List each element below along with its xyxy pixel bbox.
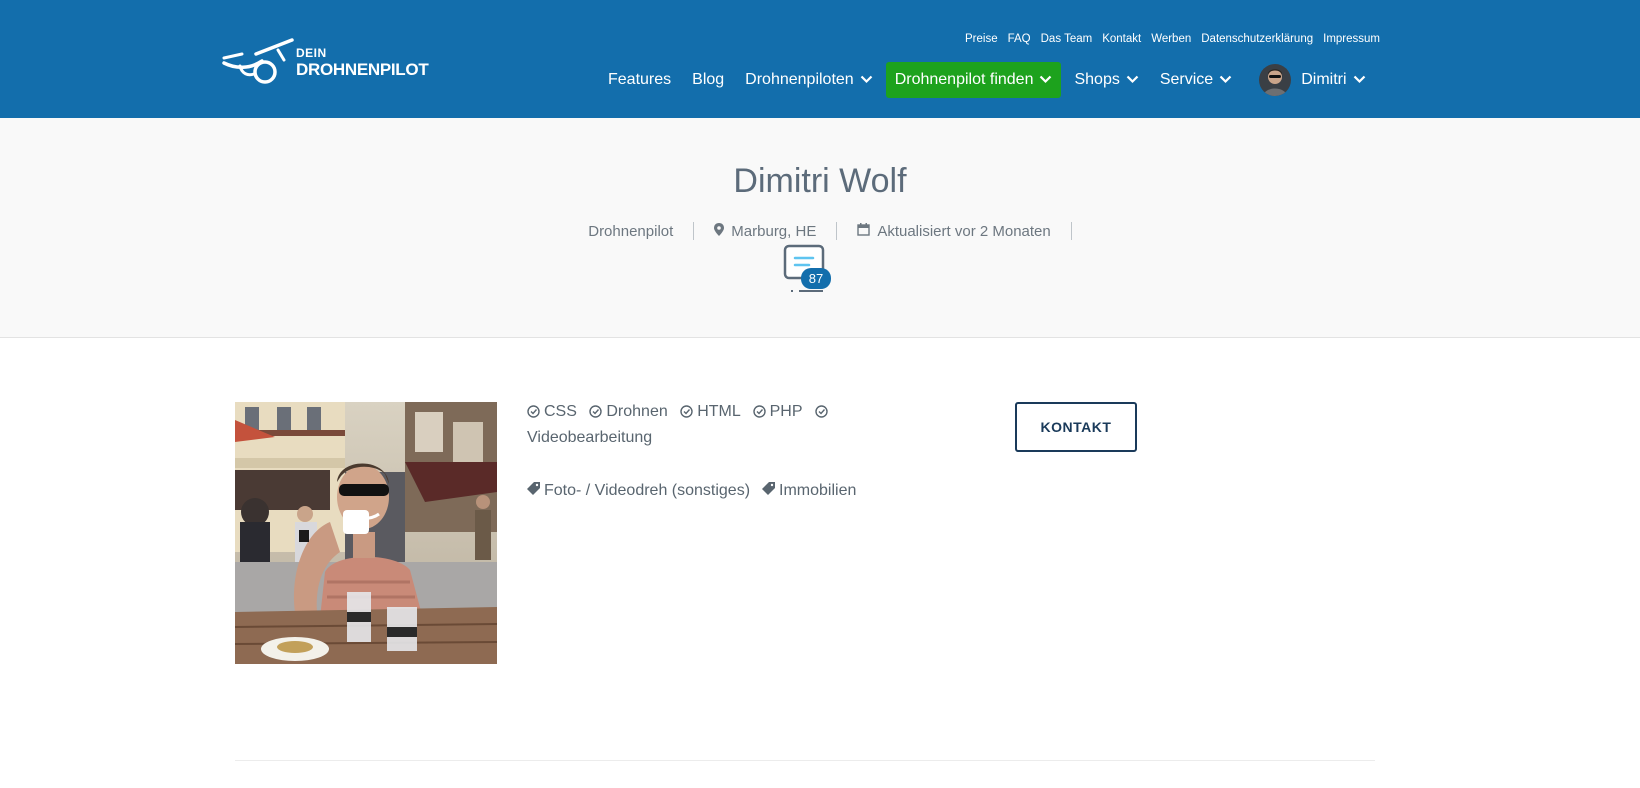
chevron-down-icon [1353, 71, 1366, 89]
nav-service[interactable]: Service [1152, 62, 1240, 98]
chevron-down-icon [860, 71, 873, 89]
divider [235, 760, 1375, 761]
category-item[interactable]: Foto- / Videodreh (sonstiges) [527, 482, 750, 500]
top-link-kontakt[interactable]: Kontakt [1102, 33, 1141, 45]
check-circle-icon [680, 402, 693, 426]
top-link-faq[interactable]: FAQ [1008, 33, 1031, 45]
skill-label: PHP [769, 403, 803, 420]
profile-name: Dimitri Wolf [733, 162, 907, 200]
check-circle-icon [527, 402, 540, 426]
profile-updated: Aktualisiert vor 2 Monaten [837, 222, 1072, 240]
logo-text-big: DROHNENPILOT [296, 59, 429, 79]
location-pin-icon [714, 222, 725, 240]
check-circle-icon [752, 402, 766, 426]
nav-features-label: Features [608, 71, 672, 88]
nav-blog[interactable]: Blog [684, 62, 732, 98]
skill-label: HTML [697, 403, 741, 420]
nav-blog-label: Blog [692, 71, 725, 88]
skills-list: CSS Drohnen HTML PHP Videobearbeitung [527, 400, 857, 450]
profile-updated-text: Aktualisiert vor 2 Monaten [877, 222, 1051, 240]
tag-icon [762, 482, 776, 500]
nav-drohnenpiloten[interactable]: Drohnenpiloten [737, 62, 881, 98]
top-link-werben[interactable]: Werben [1151, 33, 1191, 45]
main-nav: Features Blog Drohnenpiloten Drohnenpilo… [600, 62, 1366, 98]
nav-drohnenpiloten-label: Drohnenpiloten [745, 71, 854, 88]
skill-item: CSS [527, 403, 581, 420]
profile-role: Drohnenpilot [568, 222, 695, 240]
category-label: Immobilien [779, 482, 857, 499]
category-item[interactable]: Immobilien [762, 482, 856, 500]
skill-item: HTML [680, 403, 744, 420]
skill-item: Drohnen [589, 403, 672, 420]
chevron-down-icon [1219, 71, 1232, 89]
profile-location: Marburg, HE [694, 222, 838, 240]
categories-list: Foto- / Videodreh (sonstiges) Immobilien [527, 482, 856, 500]
chevron-down-icon [1126, 71, 1139, 89]
site-header: DEIN DROHNENPILOT Preise FAQ Das Team Ko… [0, 0, 1640, 118]
top-link-impressum[interactable]: Impressum [1323, 33, 1380, 45]
user-name: Dimitri [1301, 71, 1347, 88]
top-link-datenschutz[interactable]: Datenschutzerklärung [1201, 33, 1313, 45]
nav-shops-label: Shops [1074, 71, 1120, 88]
profile-photo [235, 402, 497, 664]
skill-label: Videobearbeitung [527, 429, 653, 446]
skill-label: Drohnen [606, 403, 668, 420]
chevron-down-icon [1039, 71, 1052, 89]
nav-features[interactable]: Features [600, 62, 679, 98]
calendar-icon [857, 222, 871, 240]
avatar [1259, 64, 1292, 96]
contact-button[interactable]: KONTAKT [1015, 402, 1137, 452]
top-links: Preise FAQ Das Team Kontakt Werben Daten… [965, 33, 1380, 45]
top-link-preise[interactable]: Preise [965, 33, 998, 45]
nav-shops[interactable]: Shops [1066, 62, 1146, 98]
user-menu[interactable]: Dimitri [1259, 64, 1365, 96]
skill-label: CSS [544, 403, 577, 420]
profile-hero: Dimitri Wolf Drohnenpilot Marburg, HE Ak… [0, 118, 1640, 338]
drone-logo-icon [222, 38, 294, 84]
check-circle-icon [589, 402, 603, 426]
skill-item: PHP [752, 403, 807, 420]
check-circle-icon [814, 402, 828, 426]
nav-drohnenpilot-finden[interactable]: Drohnenpilot finden [885, 62, 1062, 98]
category-label: Foto- / Videodreh (sonstiges) [544, 482, 751, 499]
skill-item [814, 403, 832, 420]
tag-icon [527, 482, 540, 500]
logo-text-small: DEIN [296, 45, 327, 60]
profile-meta: Drohnenpilot Marburg, HE Aktualisiert vo… [0, 222, 1640, 240]
top-link-das-team[interactable]: Das Team [1041, 33, 1093, 45]
profile-location-text: Marburg, HE [731, 222, 817, 240]
profile-role-text: Drohnenpilot [588, 222, 674, 240]
nav-service-label: Service [1159, 71, 1214, 88]
messages-button[interactable]: 87 [783, 244, 831, 292]
messages-count-badge: 87 [801, 268, 831, 289]
site-logo[interactable]: DEIN DROHNENPILOT [222, 36, 429, 88]
nav-drohnenpilot-finden-label: Drohnenpilot finden [894, 71, 1034, 88]
